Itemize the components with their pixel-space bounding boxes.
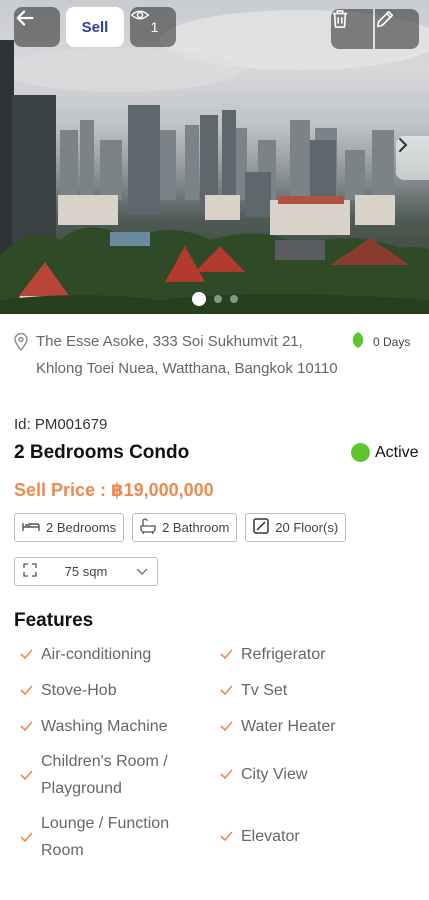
stairs-icon [253, 518, 270, 537]
sell-price: Sell Price : ฿19,000,000 [14, 480, 214, 500]
bathroom-chip: 2 Bathroom [132, 513, 238, 542]
feature-label: Elevator [241, 828, 300, 845]
feature-label: Children's Room / Playground [41, 753, 168, 797]
edit-button[interactable] [375, 9, 419, 49]
check-icon [220, 713, 233, 740]
floor-chip: 20 Floor(s) [245, 513, 347, 542]
bathtub-icon [140, 518, 156, 537]
feature-label: Air-conditioning [41, 646, 152, 663]
feature-item: Stove-Hob [20, 677, 117, 704]
status-badge: Active [351, 443, 419, 462]
expand-arrows-icon [23, 563, 37, 580]
status-label: Active [375, 443, 419, 461]
next-photo-button[interactable] [396, 136, 429, 180]
property-spec-chips: 2 Bedrooms 2 Bathroom 20 Floor(s) [14, 513, 347, 542]
feature-label: Water Heater [241, 718, 336, 735]
feature-item: Children's Room / Playground [20, 748, 200, 802]
check-icon [20, 641, 33, 668]
feature-item: Refrigerator [220, 641, 325, 668]
status-dot-icon [351, 443, 370, 462]
days-listed-label: 0 Days [373, 334, 411, 349]
feature-label: Stove-Hob [41, 682, 117, 699]
feature-item: Washing Machine [20, 713, 168, 740]
check-icon [220, 677, 233, 704]
feature-label: Lounge / Function Room [41, 815, 170, 859]
map-pin-icon [14, 332, 28, 382]
carousel-dot[interactable] [229, 295, 238, 303]
listing-address: The Esse Asoke, 333 Soi Sukhumvit 21, Kh… [36, 333, 338, 377]
listing-id: Id: PM001679 [14, 416, 108, 433]
feature-label: City View [241, 766, 308, 783]
listing-title: 2 Bedrooms Condo [14, 442, 190, 463]
carousel-dot[interactable] [213, 295, 222, 303]
feature-label: Tv Set [241, 682, 288, 699]
floor-label: 20 Floor(s) [275, 520, 339, 535]
feature-item: Air-conditioning [20, 641, 151, 668]
area-dropdown[interactable]: 75 sqm [14, 557, 158, 586]
back-button[interactable] [14, 7, 60, 47]
view-count-badge: 1 [130, 7, 176, 47]
delete-button[interactable] [331, 9, 373, 49]
bathroom-label: 2 Bathroom [162, 520, 230, 535]
feature-label: Washing Machine [41, 718, 168, 735]
check-icon [20, 677, 33, 704]
feature-item: Lounge / Function Room [20, 810, 200, 864]
view-count: 1 [150, 19, 159, 35]
feature-item: City View [220, 761, 307, 788]
feature-item: Tv Set [220, 677, 287, 704]
address-block: The Esse Asoke, 333 Soi Sukhumvit 21, Kh… [14, 330, 344, 382]
feature-label: Refrigerator [241, 646, 326, 663]
bedrooms-chip: 2 Bedrooms [14, 513, 125, 542]
features-heading: Features [14, 610, 94, 631]
leaf-icon [350, 331, 366, 352]
listing-photo-carousel[interactable]: Sell 1 [0, 0, 429, 314]
carousel-indicator [0, 292, 429, 306]
check-icon [20, 824, 33, 851]
check-icon [220, 761, 233, 788]
check-icon [20, 762, 33, 789]
bed-icon [22, 519, 40, 536]
area-value: 75 sqm [64, 564, 108, 579]
sell-badge-button[interactable]: Sell [66, 7, 124, 47]
feature-item: Elevator [220, 823, 300, 850]
feature-item: Water Heater [220, 713, 336, 740]
chevron-down-icon [135, 564, 149, 579]
check-icon [220, 641, 233, 668]
check-icon [220, 823, 233, 850]
check-icon [20, 713, 33, 740]
carousel-dot[interactable] [191, 292, 206, 306]
bedrooms-label: 2 Bedrooms [46, 520, 117, 535]
days-listed: 0 Days [350, 331, 410, 352]
